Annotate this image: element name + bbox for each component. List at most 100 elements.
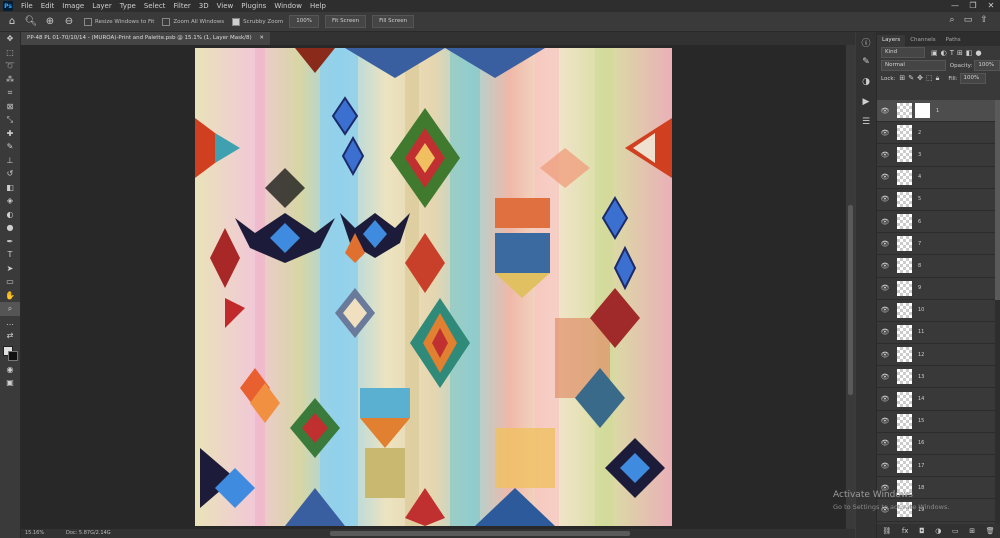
visibility-eye-icon[interactable]: 👁︎: [879, 240, 891, 248]
canvas-area[interactable]: [21, 45, 846, 529]
layer-row[interactable]: 👁︎ 5: [877, 189, 995, 211]
swap-colors-icon[interactable]: ⇄: [0, 329, 20, 343]
pen-tool-icon[interactable]: ✒: [0, 235, 20, 249]
share-icon[interactable]: ⇧: [976, 15, 992, 25]
menu-item-edit[interactable]: Edit: [37, 2, 59, 10]
canvas-horizontal-scrollbar[interactable]: [330, 531, 630, 536]
paint-bucket-tool-icon[interactable]: ◈: [0, 194, 20, 208]
opacity-input[interactable]: 100%: [974, 60, 1000, 71]
tab-paths[interactable]: Paths: [941, 35, 966, 46]
lock-icons[interactable]: ⊞✎✥⬚🔒︎: [899, 74, 942, 83]
kind-filter-select[interactable]: Kind: [881, 47, 925, 58]
clone-stamp-tool-icon[interactable]: ⊥: [0, 154, 20, 168]
hand-tool-icon[interactable]: ✋: [0, 289, 20, 303]
crop-tool-icon[interactable]: ⌗: [0, 86, 20, 100]
home-icon[interactable]: ⌂: [5, 15, 19, 29]
menu-item-plugins[interactable]: Plugins: [237, 2, 270, 10]
type-tool-icon[interactable]: T: [0, 248, 20, 262]
layer-mask-thumbnail[interactable]: [915, 103, 930, 119]
visibility-eye-icon[interactable]: 👁︎: [879, 151, 891, 159]
quick-mask-icon[interactable]: ◉: [0, 363, 20, 377]
visibility-eye-icon[interactable]: 👁︎: [879, 351, 891, 359]
workspace-icon[interactable]: ▭: [960, 15, 976, 25]
blur-tool-icon[interactable]: ◐: [0, 208, 20, 222]
layer-row[interactable]: 👁︎ 8: [877, 255, 995, 278]
visibility-eye-icon[interactable]: 👁︎: [879, 373, 891, 381]
filter-icons[interactable]: ▣◐T⊞◧●: [931, 49, 985, 57]
more-tools-icon[interactable]: …: [0, 316, 20, 330]
dodge-tool-icon[interactable]: ●: [0, 221, 20, 235]
menu-item-layer[interactable]: Layer: [88, 2, 116, 10]
new-group-icon[interactable]: ▭: [952, 527, 959, 535]
fit-screen-button[interactable]: Fit Screen: [324, 15, 367, 28]
frame-tool-icon[interactable]: ⊠: [0, 100, 20, 114]
restore-icon[interactable]: ❐: [964, 0, 982, 12]
shape-tool-icon[interactable]: ▭: [0, 275, 20, 289]
properties-icon[interactable]: ☰: [856, 112, 876, 132]
visibility-eye-icon[interactable]: 👁︎: [879, 462, 891, 470]
path-selection-tool-icon[interactable]: ➤: [0, 262, 20, 276]
scrubby-zoom-checkbox[interactable]: Scrubby Zoom: [232, 17, 283, 26]
layer-row[interactable]: 👁︎ 9: [877, 278, 995, 300]
zoom-tool-preset-icon[interactable]: 🔍︎: [24, 15, 38, 29]
zoom-out-icon[interactable]: ⊖: [62, 15, 76, 29]
layer-row[interactable]: 👁︎ 12: [877, 344, 995, 367]
minimize-icon[interactable]: —: [946, 0, 964, 12]
menu-item-3d[interactable]: 3D: [195, 2, 213, 10]
visibility-eye-icon[interactable]: 👁︎: [879, 439, 891, 447]
eraser-tool-icon[interactable]: ◧: [0, 181, 20, 195]
tab-layers[interactable]: Layers: [877, 35, 906, 46]
menu-item-view[interactable]: View: [213, 2, 238, 10]
layer-row[interactable]: 👁︎ 10: [877, 300, 995, 322]
search-icon[interactable]: ⌕: [944, 15, 960, 25]
add-mask-icon[interactable]: ◘: [919, 527, 925, 535]
visibility-eye-icon[interactable]: 👁︎: [879, 395, 891, 403]
menu-item-filter[interactable]: Filter: [169, 2, 194, 10]
marquee-tool-icon[interactable]: ⬚: [0, 46, 20, 60]
menu-item-select[interactable]: Select: [140, 2, 170, 10]
layer-row[interactable]: 👁︎ 11: [877, 322, 995, 345]
layer-row[interactable]: 👁︎ 16: [877, 433, 995, 455]
adjustment-layer-icon[interactable]: ◑: [935, 527, 941, 535]
resize-windows-checkbox[interactable]: Resize Windows to Fit: [84, 17, 154, 26]
visibility-eye-icon[interactable]: 👁︎: [879, 195, 891, 203]
zoom-tool-icon[interactable]: ⌕: [0, 302, 20, 316]
tab-channels[interactable]: Channels: [905, 35, 940, 46]
layer-row[interactable]: 👁︎ 2: [877, 122, 995, 145]
layer-row[interactable]: 👁︎ 17: [877, 455, 995, 478]
magic-wand-tool-icon[interactable]: ⁂: [0, 73, 20, 87]
artwork-canvas[interactable]: [195, 48, 672, 526]
visibility-eye-icon[interactable]: 👁︎: [879, 328, 891, 336]
menu-item-image[interactable]: Image: [58, 2, 88, 10]
zoom-in-icon[interactable]: ⊕: [43, 15, 57, 29]
fill-screen-button[interactable]: Fill Screen: [372, 15, 415, 28]
layer-row[interactable]: 👁︎ 14: [877, 388, 995, 411]
visibility-eye-icon[interactable]: 👁︎: [879, 306, 891, 314]
new-layer-icon[interactable]: ⊞: [969, 527, 975, 535]
screen-mode-icon[interactable]: ▣: [0, 376, 20, 390]
menu-item-window[interactable]: Window: [270, 2, 306, 10]
visibility-eye-icon[interactable]: 👁︎: [879, 218, 891, 226]
color-swatches-icon[interactable]: [0, 343, 20, 363]
delete-layer-icon[interactable]: 🗑︎: [986, 527, 995, 535]
layer-row[interactable]: 👁︎ 13: [877, 366, 995, 389]
visibility-eye-icon[interactable]: 👁︎: [879, 129, 891, 137]
layer-row[interactable]: 👁︎ 3: [877, 144, 995, 167]
brush-tool-icon[interactable]: ✎: [0, 140, 20, 154]
zoom-level[interactable]: 15.16%: [25, 530, 44, 536]
actions-play-icon[interactable]: ▶: [856, 92, 876, 112]
lasso-tool-icon[interactable]: ➰: [0, 59, 20, 73]
visibility-eye-icon[interactable]: 👁︎: [879, 107, 891, 115]
zoom-all-windows-checkbox[interactable]: Zoom All Windows: [162, 17, 224, 26]
visibility-eye-icon[interactable]: 👁︎: [879, 262, 891, 270]
menu-item-help[interactable]: Help: [306, 2, 330, 10]
close-icon[interactable]: ✕: [982, 0, 1000, 12]
zoom-100-button[interactable]: 100%: [289, 15, 319, 28]
fill-input[interactable]: 100%: [959, 73, 986, 84]
menu-item-type[interactable]: Type: [116, 2, 140, 10]
adjustments-icon[interactable]: ◑: [856, 72, 876, 92]
menu-item-file[interactable]: File: [17, 2, 37, 10]
canvas-vertical-scrollbar[interactable]: [846, 45, 855, 529]
link-layers-icon[interactable]: ⛓: [882, 527, 891, 535]
layer-row[interactable]: 👁︎ 6: [877, 211, 995, 234]
